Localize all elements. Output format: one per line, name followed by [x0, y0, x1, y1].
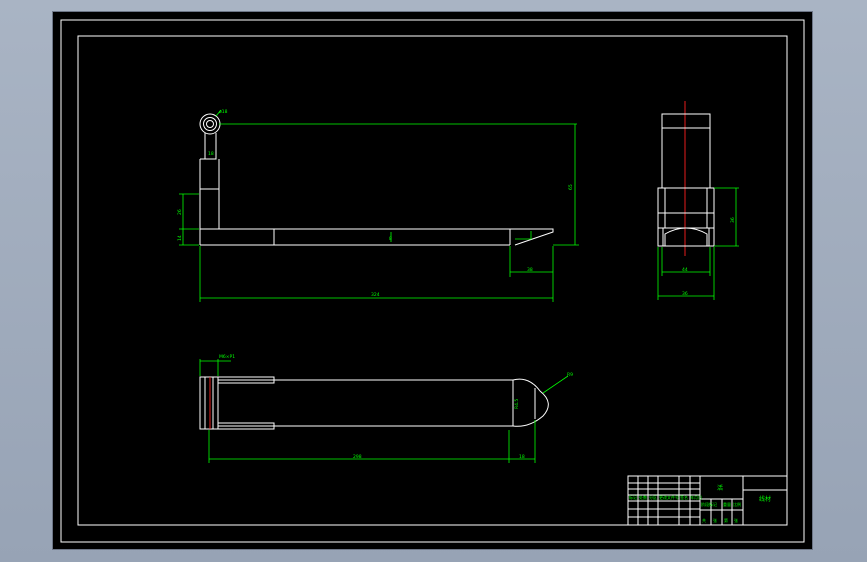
outer-border	[60, 19, 805, 543]
tb-row-label-1: 处数	[639, 494, 647, 500]
title-block: 活 线材 标记 处数 分区 更改文件号 签名 年月日 阶段标记 重量 比例 共 …	[627, 475, 788, 526]
tb-mid-label-0: 阶段标记	[701, 501, 717, 507]
dim-top-length: 298	[353, 454, 362, 460]
side-view: 36 44 36	[657, 101, 739, 300]
dim-front-hole: ø18	[219, 109, 228, 115]
pivot-eye-inner	[206, 120, 214, 128]
front-view: 65 324 38 26 14 ø18 18 8	[177, 109, 579, 302]
dim-top-thread: M6×P1	[219, 354, 235, 360]
tb-row-label-5: 年月日	[690, 494, 702, 500]
tb-row-label-2: 分区	[649, 494, 657, 500]
drawing-sheet: 65 324 38 26 14 ø18 18 8 36 44 36 M6×P1 …	[53, 12, 812, 549]
tb-row-label-0: 标记	[629, 494, 637, 500]
tip-leader	[515, 231, 532, 240]
pivot-eye-mid	[203, 117, 217, 131]
tb-mid-label-1: 重量	[723, 501, 731, 507]
inner-border	[77, 35, 788, 526]
dim-front-left-step: 26	[177, 209, 183, 215]
dim-front-height: 65	[568, 184, 574, 190]
tb-row-label-3: 更改文件号	[659, 494, 679, 500]
dim-front-length: 324	[371, 292, 380, 298]
dim-top-tip: 18	[519, 454, 525, 460]
side-arch	[664, 227, 708, 246]
title-part-name: 活	[717, 484, 723, 492]
dim-front-slot: 18	[208, 151, 214, 157]
cad-drawing: 65 324 38 26 14 ø18 18 8 36 44 36 M6×P1 …	[60, 19, 805, 543]
tb-bottom-label-1: 张	[713, 517, 717, 523]
dim-side-inner: 44	[682, 267, 688, 273]
top-view: M6×P1 298 18 R9 R4.5	[199, 354, 573, 463]
tb-row-label-4: 签名	[680, 494, 688, 500]
dim-front-left-small: 14	[177, 235, 183, 241]
dim-side-width: 36	[682, 291, 688, 297]
dim-top-chamfer: R4.5	[514, 399, 520, 409]
side-top-cap	[661, 113, 711, 129]
tb-bottom-label-0: 共	[702, 517, 706, 523]
side-body	[657, 187, 715, 229]
top-radius-leader	[542, 375, 569, 394]
tb-mid-label-2: 比例	[733, 501, 741, 507]
tb-bottom-label-3: 张	[734, 517, 738, 523]
title-material: 线材	[759, 495, 771, 503]
top-head	[199, 376, 219, 430]
side-foot-l	[657, 227, 664, 247]
left-post	[199, 188, 220, 230]
dim-top-radius: R9	[567, 372, 573, 378]
dim-front-mid: 8	[389, 236, 392, 242]
dim-front-tip: 38	[527, 267, 533, 273]
arm-tip-taper	[510, 228, 554, 246]
side-foot-r	[708, 227, 715, 247]
dim-side-height: 36	[730, 217, 736, 223]
tb-bottom-label-2: 第	[724, 517, 728, 523]
